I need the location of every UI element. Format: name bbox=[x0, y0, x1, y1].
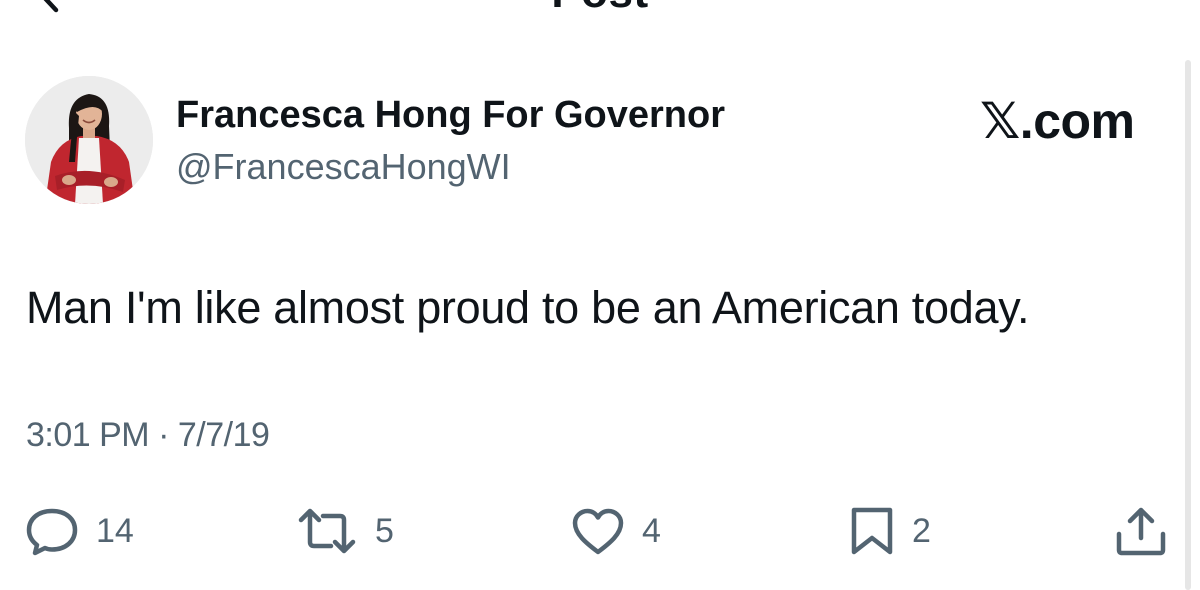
bookmark-count: 2 bbox=[912, 511, 931, 550]
avatar[interactable] bbox=[25, 76, 153, 204]
post-date: 7/7/19 bbox=[177, 416, 270, 454]
more-icon bbox=[1092, 0, 1152, 10]
post-screen: Post bbox=[0, 0, 1200, 590]
like-button[interactable]: 4 bbox=[570, 506, 661, 556]
reply-count: 14 bbox=[96, 511, 134, 550]
bookmark-icon bbox=[851, 507, 893, 555]
share-button[interactable] bbox=[1114, 506, 1168, 556]
like-count: 4 bbox=[642, 511, 661, 550]
heart-icon bbox=[572, 508, 624, 555]
page-title: Post bbox=[0, 0, 1200, 18]
bookmark-button[interactable]: 2 bbox=[848, 506, 931, 556]
xcom-watermark: 𝕏.com bbox=[980, 92, 1135, 150]
share-icon bbox=[1116, 507, 1166, 556]
meta-separator: · bbox=[158, 416, 169, 454]
x-logo-icon: 𝕏 bbox=[980, 92, 1020, 150]
reply-icon bbox=[26, 508, 78, 556]
repost-button[interactable]: 5 bbox=[295, 506, 394, 556]
more-button[interactable] bbox=[1092, 0, 1152, 10]
reply-button[interactable]: 14 bbox=[24, 506, 134, 556]
author-handle[interactable]: @FrancescaHongWI bbox=[176, 146, 511, 188]
watermark-text: .com bbox=[1019, 93, 1135, 149]
repost-icon bbox=[298, 508, 356, 554]
author-name[interactable]: Francesca Hong For Governor bbox=[176, 94, 725, 137]
avatar-portrait bbox=[25, 76, 153, 204]
repost-count: 5 bbox=[375, 511, 394, 550]
post-time: 3:01 PM bbox=[26, 416, 150, 454]
scrollbar[interactable] bbox=[1185, 60, 1191, 590]
post-timestamp[interactable]: 3:01 PM · 7/7/19 bbox=[26, 416, 270, 455]
post-text: Man I'm like almost proud to be an Ameri… bbox=[26, 282, 1030, 333]
